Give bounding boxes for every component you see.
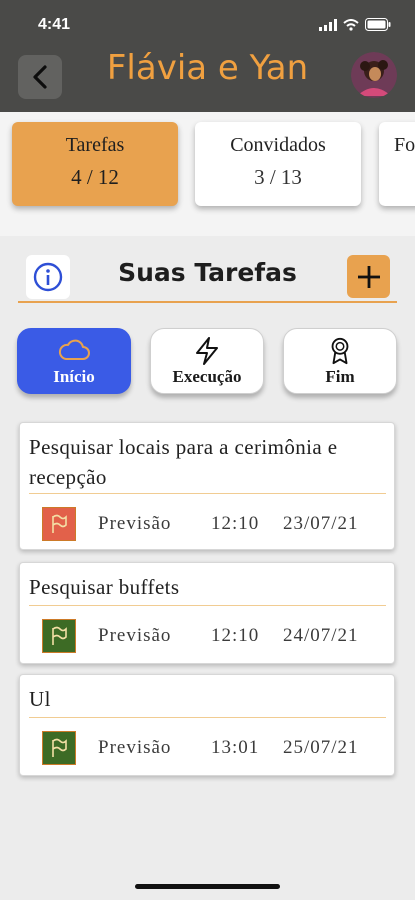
user-photo-icon xyxy=(351,52,397,98)
task-flag[interactable] xyxy=(42,507,76,541)
task-card[interactable]: Pesquisar locais para a cerimônia e rece… xyxy=(19,422,395,550)
task-divider xyxy=(29,605,386,606)
add-task-button[interactable] xyxy=(347,255,390,298)
flag-icon xyxy=(52,626,67,645)
task-title: Pesquisar buffets xyxy=(29,575,180,599)
stat-label: Convidados xyxy=(230,134,326,156)
avatar[interactable] xyxy=(351,52,397,98)
info-button[interactable] xyxy=(26,255,70,299)
stat-label: Fo xyxy=(394,134,415,156)
tab-partial[interactable]: Fo xyxy=(379,122,415,206)
task-card[interactable]: Pesquisar buffets Previsão 12:10 24/07/2… xyxy=(19,562,395,664)
task-date: 24/07/21 xyxy=(283,625,359,646)
task-flag[interactable] xyxy=(42,731,76,765)
task-card[interactable]: Ul Previsão 13:01 25/07/21 xyxy=(19,674,395,776)
flag-icon xyxy=(52,514,67,533)
task-title: Ul xyxy=(29,687,51,711)
task-time: 13:01 xyxy=(211,737,260,758)
section-divider xyxy=(18,301,397,303)
phase-label: Fim xyxy=(325,367,355,386)
app-header: 4:41 Flávia e Yan xyxy=(0,0,415,112)
task-title: Pesquisar locais para a cerimônia e rece… xyxy=(29,435,338,489)
home-indicator[interactable] xyxy=(135,884,280,889)
task-time: 12:10 xyxy=(211,513,260,534)
phase-execucao-button[interactable]: Execução xyxy=(150,328,264,394)
page-title: Flávia e Yan xyxy=(106,48,309,88)
status-time: 4:41 xyxy=(38,16,71,33)
stats-strip: Tarefas 4 / 12 Convidados 3 / 13 Fo xyxy=(0,112,415,236)
task-date: 23/07/21 xyxy=(283,513,359,534)
tab-tarefas[interactable]: Tarefas 4 / 12 xyxy=(12,122,178,206)
flag-icon xyxy=(52,738,67,757)
task-prevision-label: Previsão xyxy=(98,625,172,646)
phase-label: Execução xyxy=(172,367,242,386)
tab-convidados[interactable]: Convidados 3 / 13 xyxy=(195,122,361,206)
ribbon-award-icon xyxy=(331,337,349,365)
info-icon xyxy=(33,262,63,292)
status-icons xyxy=(319,18,391,31)
cloud-icon xyxy=(58,339,90,360)
phase-label: Início xyxy=(53,367,95,386)
chevron-left-icon xyxy=(33,65,47,89)
task-prevision-label: Previsão xyxy=(98,513,172,534)
stat-value: 4 / 12 xyxy=(71,165,119,189)
stat-value: 3 / 13 xyxy=(254,165,302,189)
back-button[interactable] xyxy=(18,55,62,99)
phase-fim-button[interactable]: Fim xyxy=(283,328,397,394)
section-title: Suas Tarefas xyxy=(118,258,297,287)
battery-icon xyxy=(365,18,391,31)
signal-icon xyxy=(319,18,337,31)
lightning-icon xyxy=(196,337,218,365)
phase-inicio-button[interactable]: Início xyxy=(17,328,131,394)
stat-label: Tarefas xyxy=(65,134,125,156)
wifi-icon xyxy=(343,18,359,31)
task-divider xyxy=(29,717,386,718)
task-time: 12:10 xyxy=(211,625,260,646)
task-prevision-label: Previsão xyxy=(98,737,172,758)
task-date: 25/07/21 xyxy=(283,737,359,758)
task-divider xyxy=(29,493,386,494)
task-flag[interactable] xyxy=(42,619,76,653)
plus-icon xyxy=(357,265,380,288)
